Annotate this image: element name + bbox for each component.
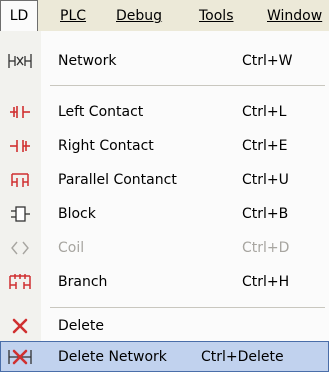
menu-item-shortcut: Ctrl+U [242, 172, 289, 188]
ld-dropdown-menu: Network Ctrl+W Left Contact Ctrl+L Right… [0, 31, 329, 372]
menu-tools[interactable]: Tools [199, 8, 234, 28]
menu-item-branch[interactable]: Branch Ctrl+H [0, 265, 329, 299]
menu-item-shortcut: Ctrl+Delete [201, 349, 284, 365]
menu-item-network[interactable]: Network Ctrl+W [0, 44, 329, 78]
menu-window-label: Window [267, 8, 323, 24]
menu-item-label: Coil [58, 240, 85, 256]
menu-separator [50, 307, 325, 308]
menu-item-delete-network[interactable]: Delete Network Ctrl+Delete [0, 341, 329, 372]
menu-item-label: Branch [58, 274, 108, 290]
branch-icon [6, 272, 34, 292]
menu-item-right-contact[interactable]: Right Contact Ctrl+E [0, 129, 329, 163]
menu-item-left-contact[interactable]: Left Contact Ctrl+L [0, 95, 329, 129]
menu-debug-label: Debug [116, 8, 163, 24]
menu-item-shortcut: Ctrl+H [242, 274, 290, 290]
menu-separator [50, 85, 325, 86]
menu-item-label: Delete Network [58, 349, 167, 365]
menu-item-shortcut: Ctrl+E [242, 138, 288, 154]
block-icon [6, 204, 34, 224]
menu-debug[interactable]: Debug [116, 8, 162, 28]
menu-item-parallel-contact[interactable]: Parallel Contanct Ctrl+U [0, 163, 329, 197]
right-contact-icon [6, 136, 34, 156]
menu-window[interactable]: Window [267, 8, 322, 28]
menu-item-shortcut: Ctrl+D [242, 240, 290, 256]
menu-item-label: Network [58, 53, 117, 69]
network-icon [6, 51, 34, 71]
menu-item-shortcut: Ctrl+B [242, 206, 289, 222]
menu-item-shortcut: Ctrl+W [242, 53, 293, 69]
menu-tools-label: Tools [199, 8, 234, 24]
menu-item-coil: Coil Ctrl+D [0, 231, 329, 265]
parallel-contact-icon [6, 170, 34, 190]
menu-item-label: Block [58, 206, 96, 222]
menu-item-label: Right Contact [58, 138, 154, 154]
menu-plc-label: PLC [60, 8, 87, 24]
menu-ld[interactable]: LD [0, 0, 38, 31]
menu-plc[interactable]: PLC [60, 8, 86, 28]
delete-network-icon [6, 347, 34, 367]
menu-ld-label: LD [9, 8, 29, 24]
left-contact-icon [6, 102, 34, 122]
menu-item-label: Delete [58, 318, 104, 334]
menu-item-delete[interactable]: Delete [0, 309, 329, 343]
menu-item-label: Left Contact [58, 104, 144, 120]
menu-item-block[interactable]: Block Ctrl+B [0, 197, 329, 231]
coil-icon [6, 238, 34, 258]
menu-bar: LD PLC Debug Tools Window [0, 0, 329, 31]
menu-item-label: Parallel Contanct [58, 172, 177, 188]
delete-icon [6, 316, 34, 336]
menu-item-shortcut: Ctrl+L [242, 104, 287, 120]
